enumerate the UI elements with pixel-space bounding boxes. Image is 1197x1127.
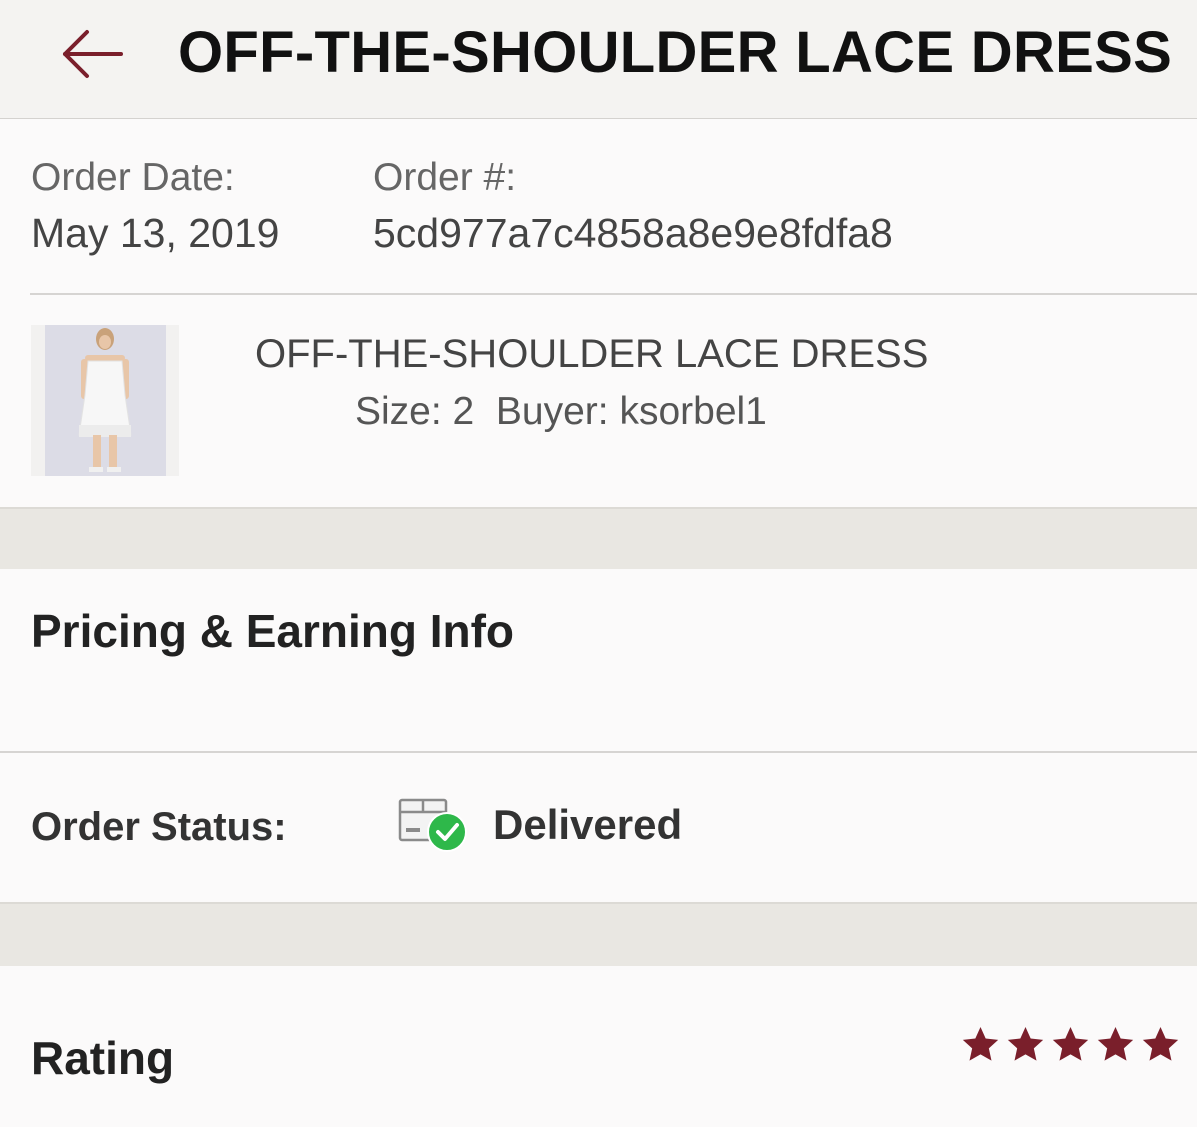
star-icon <box>1097 1027 1134 1061</box>
star-icon <box>962 1027 999 1061</box>
section-spacer <box>0 902 1197 966</box>
item-thumbnail[interactable] <box>31 325 179 476</box>
back-button[interactable] <box>55 24 127 84</box>
order-date-value: May 13, 2019 <box>31 210 280 256</box>
star-icon <box>1142 1027 1179 1061</box>
divider <box>0 751 1197 753</box>
rating-stars <box>960 1024 1181 1064</box>
order-number-label: Order #: <box>373 156 517 199</box>
order-date-label: Order Date: <box>31 156 235 199</box>
item-meta: Size: 2 Buyer: ksorbel1 <box>355 390 767 434</box>
pricing-section-title[interactable]: Pricing & Earning Info <box>31 604 514 658</box>
page-title: OFF-THE-SHOULDER LACE DRESS <box>178 20 1173 85</box>
package-delivered-icon <box>397 792 469 854</box>
top-bar: OFF-THE-SHOULDER LACE DRESS <box>0 0 1197 119</box>
item-name: OFF-THE-SHOULDER LACE DRESS <box>255 332 929 376</box>
item-size: Size: 2 <box>355 390 475 433</box>
section-spacer <box>0 507 1197 569</box>
order-status-label: Order Status: <box>31 805 287 849</box>
star-icon <box>1007 1027 1044 1061</box>
item-buyer: Buyer: ksorbel1 <box>495 390 767 433</box>
order-status-value: Delivered <box>493 801 683 848</box>
star-icon <box>1052 1027 1089 1061</box>
order-info: Order Date: May 13, 2019 Order #: 5cd977… <box>0 120 1197 295</box>
order-number-value: 5cd977a7c4858a8e9e8fdfa8 <box>373 210 893 256</box>
arrow-left-icon <box>63 30 123 78</box>
rating-section-title: Rating <box>31 1032 175 1084</box>
